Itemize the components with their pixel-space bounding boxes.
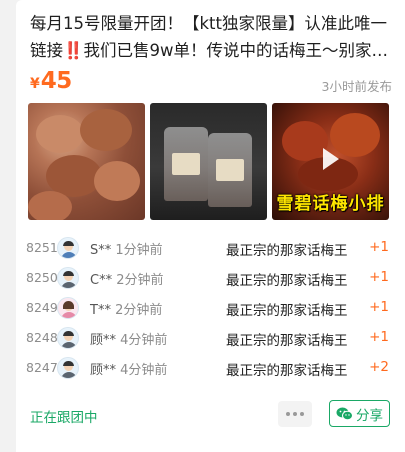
order-time: 4分钟前 xyxy=(120,363,168,378)
order-product: 最正宗的那家话梅王 xyxy=(226,363,348,379)
group-status: 正在跟团中 xyxy=(30,410,98,426)
order-time: 2分钟前 xyxy=(116,273,164,288)
buyer-name: 顾** 4分钟前 xyxy=(90,333,168,348)
buyer-name: 顾** 4分钟前 xyxy=(90,363,168,378)
order-time: 2分钟前 xyxy=(115,303,163,318)
wechat-icon xyxy=(336,407,353,420)
order-qty: +1 xyxy=(369,299,389,315)
posted-time: 3小时前发布 xyxy=(321,79,392,94)
card-footer: 正在跟团中 分享 xyxy=(16,398,405,430)
group-buy-card[interactable]: 每月15号限量开团！【ktt独家限量】认准此唯一链接‼️我们已售9w单！传说中的… xyxy=(16,0,405,452)
order-row: 8247 顾** 4分钟前 最正宗的那家话梅王 +2 xyxy=(16,353,405,383)
share-button[interactable]: 分享 xyxy=(329,400,390,427)
order-list: 8251 S** 1分钟前 最正宗的那家话梅王 +1 8250 C** 2分钟前… xyxy=(16,233,405,383)
order-row: 8248 顾** 4分钟前 最正宗的那家话梅王 +1 xyxy=(16,323,405,353)
avatar xyxy=(57,327,79,349)
dried-plums-photo[interactable] xyxy=(28,103,145,220)
order-time: 1分钟前 xyxy=(115,243,163,258)
avatar xyxy=(57,357,79,379)
order-row: 8251 S** 1分钟前 最正宗的那家话梅王 +1 xyxy=(16,233,405,263)
order-time: 4分钟前 xyxy=(120,333,168,348)
order-seq: 8248 xyxy=(26,330,58,345)
avatar xyxy=(57,267,79,289)
order-product: 最正宗的那家话梅王 xyxy=(226,243,348,259)
video-thumbnail[interactable]: 雪碧话梅小排 xyxy=(272,103,389,220)
order-qty: +2 xyxy=(369,359,389,375)
order-qty: +1 xyxy=(369,239,389,255)
order-qty: +1 xyxy=(369,269,389,285)
product-bags-photo[interactable] xyxy=(150,103,267,220)
play-icon[interactable] xyxy=(322,148,339,171)
currency-symbol: ¥ xyxy=(30,76,40,92)
avatar xyxy=(57,237,79,259)
post-title[interactable]: 每月15号限量开团！【ktt独家限量】认准此唯一链接‼️我们已售9w单！传说中的… xyxy=(30,10,402,64)
buyer-name: T** 2分钟前 xyxy=(90,303,163,318)
order-product: 最正宗的那家话梅王 xyxy=(226,303,348,319)
buyer-name: C** 2分钟前 xyxy=(90,273,164,288)
buyer-name: S** 1分钟前 xyxy=(90,243,163,258)
video-caption: 雪碧话梅小排 xyxy=(276,194,385,214)
order-seq: 8247 xyxy=(26,360,58,375)
order-row: 8250 C** 2分钟前 最正宗的那家话梅王 +1 xyxy=(16,263,405,293)
ellipsis-icon xyxy=(286,412,290,416)
order-qty: +1 xyxy=(369,329,389,345)
price-value: 45 xyxy=(40,68,73,94)
order-product: 最正宗的那家话梅王 xyxy=(226,333,348,349)
order-product: 最正宗的那家话梅王 xyxy=(226,273,348,289)
more-button[interactable] xyxy=(278,401,312,427)
order-seq: 8251 xyxy=(26,240,58,255)
order-row: 8249 T** 2分钟前 最正宗的那家话梅王 +1 xyxy=(16,293,405,323)
price-row: ¥ 45 3小时前发布 xyxy=(30,68,392,98)
order-seq: 8250 xyxy=(26,270,58,285)
avatar xyxy=(57,297,79,319)
order-seq: 8249 xyxy=(26,300,58,315)
image-gallery: 雪碧话梅小排 xyxy=(28,103,389,220)
share-label: 分享 xyxy=(356,407,383,424)
